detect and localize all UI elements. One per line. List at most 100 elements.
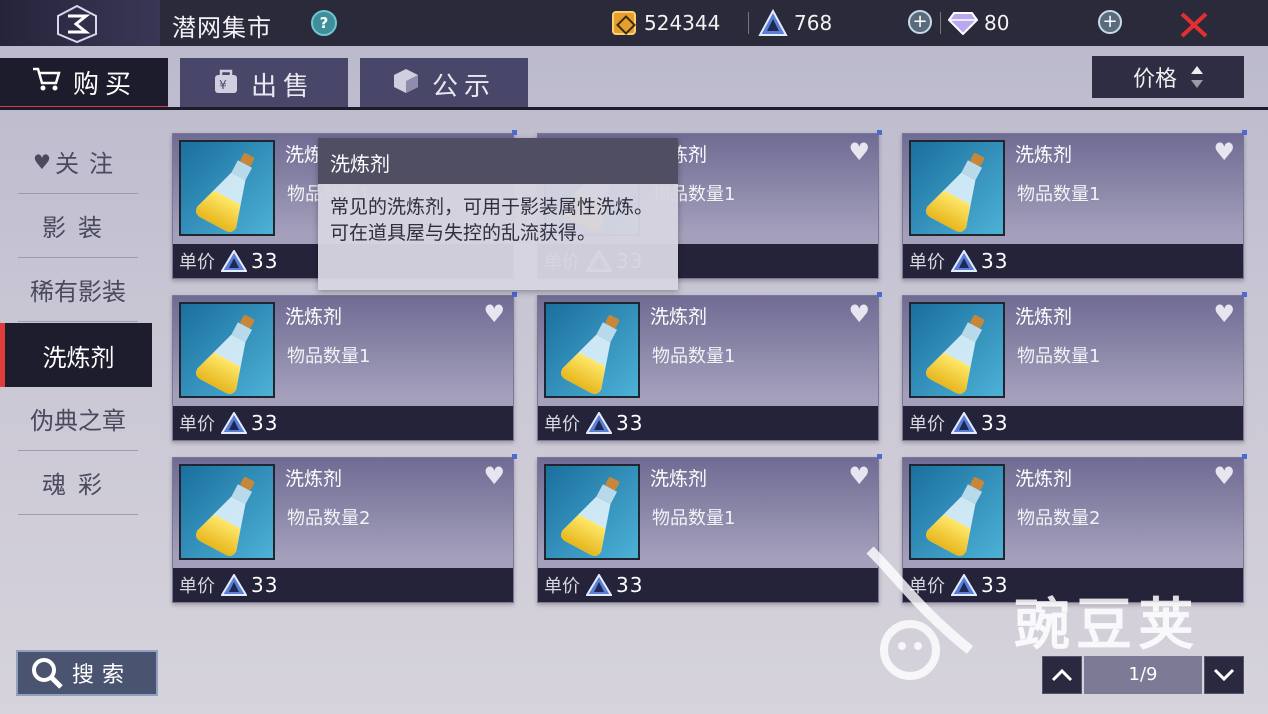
item-quantity: 物品数量2	[287, 508, 371, 529]
heart-icon: ♥	[33, 149, 51, 174]
price-bar: 单价 33	[538, 406, 878, 440]
potion-bottle-icon	[544, 302, 640, 398]
price-bar: 单价 33	[903, 244, 1243, 278]
tooltip-description: 常见的洗炼剂，可用于影装属性洗炼。可在道具屋与失控的乱流获得。	[330, 196, 654, 244]
item-card[interactable]: 洗炼剂物品数量1 ♥ 单价 33	[537, 292, 882, 441]
price-label: 单价	[544, 414, 580, 435]
price-label: 单价	[179, 414, 215, 435]
tab-label: 公示	[431, 71, 496, 102]
page-down-button[interactable]	[1204, 656, 1244, 694]
sort-arrows-icon	[1191, 66, 1203, 88]
favorite-heart-icon[interactable]: ♥	[1213, 140, 1235, 164]
item-name: 洗炼剂	[1015, 306, 1073, 328]
potion-bottle-icon	[909, 302, 1005, 398]
favorite-heart-icon[interactable]: ♥	[1213, 464, 1235, 488]
price-label: 单价	[544, 576, 580, 597]
item-quantity: 物品数量1	[1017, 346, 1101, 367]
currency-crystal: 768	[758, 8, 832, 38]
add-diamond-button[interactable]: +	[1098, 10, 1122, 34]
tooltip-title: 洗炼剂	[318, 138, 678, 184]
crystal-triangle-icon	[221, 250, 247, 272]
chevron-down-icon	[1213, 668, 1235, 682]
corner-marker	[512, 292, 517, 297]
cube-icon	[392, 67, 420, 102]
sort-label: 价格	[1132, 67, 1177, 92]
divider	[748, 12, 749, 34]
sidebar-item-label: 影装	[42, 214, 114, 242]
diamond-value: 80	[984, 11, 1010, 35]
favorite-heart-icon[interactable]: ♥	[483, 464, 505, 488]
item-quantity: 物品数量1	[652, 346, 736, 367]
item-name: 洗炼剂	[650, 468, 708, 490]
price-bar: 单价 33	[173, 406, 513, 440]
item-card[interactable]: 洗炼剂物品数量1 ♥ 单价 33	[172, 292, 517, 441]
page-up-button[interactable]	[1042, 656, 1082, 694]
item-price: 33	[251, 573, 279, 597]
price-label: 单价	[179, 252, 215, 273]
item-name: 洗炼剂	[285, 468, 343, 490]
sidebar-item-favorites[interactable]: ♥ 关注	[18, 130, 138, 194]
sort-by-price-button[interactable]: 价格	[1092, 56, 1244, 98]
crystal-triangle-icon	[951, 412, 977, 434]
corner-marker	[512, 454, 517, 459]
chevron-up-icon	[1051, 668, 1073, 682]
favorite-heart-icon[interactable]: ♥	[848, 464, 870, 488]
item-card[interactable]: 洗炼剂物品数量1 ♥ 单价 33	[537, 454, 882, 603]
corner-marker	[1242, 292, 1247, 297]
tab-buy[interactable]: 购买	[0, 58, 168, 110]
item-price: 33	[251, 249, 279, 273]
item-quantity: 物品数量2	[1017, 508, 1101, 529]
tab-underline	[0, 107, 1268, 110]
currency-diamond: 80	[948, 8, 1009, 38]
sidebar-item-label: 伪典之章	[30, 407, 126, 435]
item-name: 洗炼剂	[1015, 468, 1073, 490]
corner-marker	[877, 130, 882, 135]
question-icon[interactable]: ?	[311, 10, 337, 36]
sidebar-item-shadow-gear[interactable]: 影装	[18, 194, 138, 258]
corner-marker	[512, 130, 517, 135]
diamond-icon	[948, 12, 978, 35]
price-label: 单价	[909, 252, 945, 273]
tab-notice[interactable]: 公示	[360, 58, 528, 110]
price-bar: 单价 33	[173, 568, 513, 602]
search-button[interactable]: 搜索	[16, 650, 158, 696]
watermark-text: 豌豆荚	[1014, 593, 1200, 658]
price-bar: 单价 33	[538, 568, 878, 602]
tab-sell[interactable]: ¥ 出售	[180, 58, 348, 110]
search-icon	[32, 658, 63, 689]
corner-marker	[877, 454, 882, 459]
favorite-heart-icon[interactable]: ♥	[1213, 302, 1235, 326]
top-bar: 潜网集市 ? 524344 768 + 80 +	[0, 0, 1268, 46]
item-quantity: 物品数量1	[652, 508, 736, 529]
page-indicator: 1/9	[1084, 656, 1202, 694]
logo-emblem-icon	[57, 4, 97, 44]
close-button[interactable]	[1178, 8, 1210, 40]
coin-icon	[612, 11, 636, 35]
sidebar-item-rare-shadow-gear[interactable]: 稀有影装	[18, 258, 138, 322]
potion-bottle-icon	[909, 140, 1005, 236]
price-bar: 单价 33	[903, 406, 1243, 440]
crystal-triangle-icon	[221, 574, 247, 596]
corner-marker	[1242, 454, 1247, 459]
page-title: 潜网集市	[172, 14, 272, 42]
item-card[interactable]: 洗炼剂物品数量2 ♥ 单价 33	[172, 454, 517, 603]
item-price: 33	[616, 411, 644, 435]
sidebar-item-pseudo-chapter[interactable]: 伪典之章	[18, 387, 138, 451]
svg-text:¥: ¥	[219, 78, 233, 92]
item-card[interactable]: 洗炼剂物品数量1 ♥ 单价 33	[902, 130, 1247, 279]
favorite-heart-icon[interactable]: ♥	[483, 302, 505, 326]
search-label: 搜索	[72, 663, 133, 688]
item-price: 33	[251, 411, 279, 435]
favorite-heart-icon[interactable]: ♥	[848, 302, 870, 326]
crystal-value: 768	[794, 11, 833, 35]
item-card[interactable]: 洗炼剂物品数量1 ♥ 单价 33	[902, 292, 1247, 441]
favorite-heart-icon[interactable]: ♥	[848, 140, 870, 164]
corner-marker	[877, 292, 882, 297]
sidebar-item-refining-agent[interactable]: 洗炼剂	[0, 323, 152, 387]
item-name: 洗炼剂	[1015, 144, 1073, 166]
currency-coin: 524344	[612, 8, 720, 38]
sidebar-item-label: 洗炼剂	[42, 343, 115, 372]
sidebar-item-soul-color[interactable]: 魂彩	[18, 451, 138, 515]
divider	[940, 12, 941, 34]
add-crystal-button[interactable]: +	[908, 10, 932, 34]
